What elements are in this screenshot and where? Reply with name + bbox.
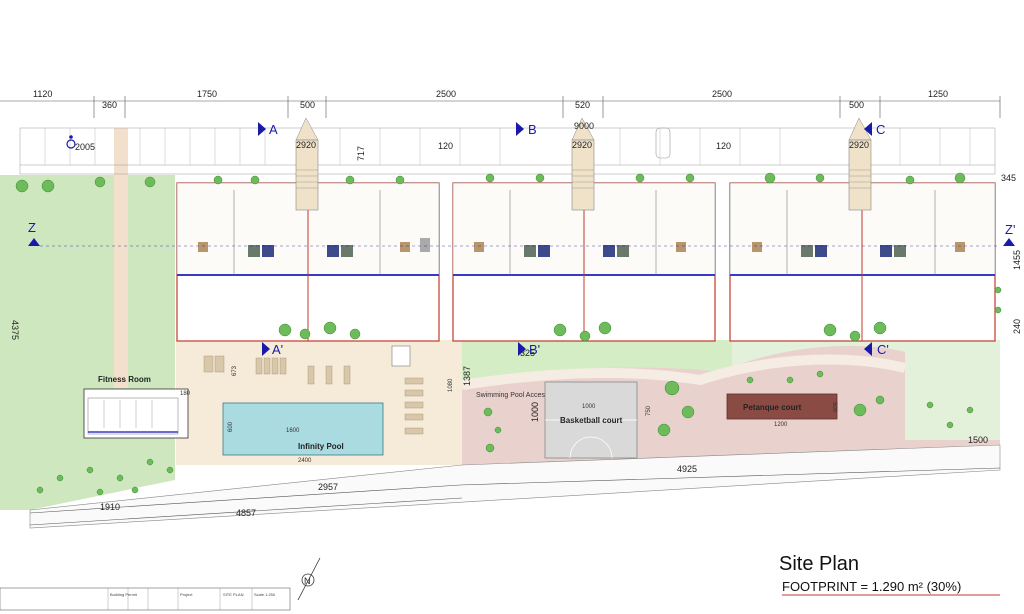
dim-top-7: 2500 [712, 89, 732, 99]
stair-core-1 [295, 117, 319, 211]
dim-1387: 1387 [462, 366, 472, 386]
dim-180: 180 [180, 391, 191, 397]
parked-car [655, 127, 671, 159]
section-marker-b: B [516, 122, 537, 137]
dim-1000-side: 1000 [530, 402, 540, 422]
wheelchair-icon [66, 135, 76, 149]
svg-text:B: B [528, 122, 537, 137]
pool-pavilion [391, 345, 411, 367]
dim-4375: 4375 [10, 320, 20, 340]
section-marker-z-prime: Z' [1003, 222, 1015, 246]
dim-1455: 1455 [1012, 250, 1022, 270]
dim-top-3: 1750 [197, 89, 217, 99]
stair-core-2 [571, 117, 595, 211]
dim-1080: 1080 [448, 378, 454, 392]
svg-text:C': C' [877, 342, 889, 357]
dim-4857: 4857 [236, 508, 256, 518]
title-block-field-2: SITE PLAN [223, 592, 244, 597]
dim-120-2: 120 [716, 141, 731, 151]
title-block-field-4: Scale 1:250 [254, 592, 276, 597]
title-block-field-3: Project [180, 592, 193, 597]
dim-4925: 4925 [677, 464, 697, 474]
svg-text:A': A' [272, 342, 283, 357]
svg-text:C: C [876, 122, 885, 137]
site-plan-drawing: 1120 360 1750 500 2500 520 2500 500 1250… [0, 89, 1022, 611]
svg-text:B': B' [529, 342, 540, 357]
dim-240: 240 [1012, 319, 1022, 334]
dim-120-1: 120 [438, 141, 453, 151]
plan-title: Site Plan [779, 553, 859, 575]
top-dimension-chain: 1120 360 1750 500 2500 520 2500 500 1250 [0, 89, 1001, 118]
dim-2005: 2005 [75, 142, 95, 152]
dim-top-8: 500 [849, 100, 864, 110]
svg-text:Z: Z [28, 220, 36, 235]
north-arrow-icon: N [297, 557, 321, 601]
dim-600: 600 [228, 421, 234, 432]
dim-1500: 1500 [968, 435, 988, 445]
footprint-label: FOOTPRINT = 1.290 m² (30%) [782, 579, 961, 594]
dim-top-9: 1250 [928, 89, 948, 99]
fitness-room [83, 388, 189, 439]
dim-2920-3: 2920 [849, 140, 869, 150]
dim-1910: 1910 [100, 502, 120, 512]
dim-345: 345 [1001, 173, 1016, 183]
dim-750: 750 [646, 405, 652, 416]
svg-text:N: N [304, 576, 311, 586]
dim-1000-court: 1000 [582, 404, 596, 410]
dim-top-1: 1120 [33, 89, 52, 99]
section-marker-a: A [258, 122, 278, 137]
dim-top-2: 360 [102, 100, 117, 110]
dim-2957: 2957 [318, 482, 338, 492]
dim-500: 500 [831, 402, 837, 413]
swimming-pool-access-label: Swimming Pool Acces [476, 392, 545, 399]
entry-path [114, 128, 128, 388]
title-block: Building Permit SITE PLAN Project Scale … [0, 587, 291, 611]
dim-top-6: 520 [575, 100, 590, 110]
dim-2920-2: 2920 [572, 140, 592, 150]
dim-717: 717 [356, 146, 366, 161]
dim-top-5: 2500 [436, 89, 456, 99]
title-block-field-1: Building Permit [110, 592, 138, 597]
svg-text:Z': Z' [1005, 222, 1015, 237]
fitness-room-label: Fitness Room [98, 375, 151, 384]
dim-9000: 9000 [574, 121, 594, 131]
svg-text:A: A [269, 122, 278, 137]
dim-1600: 1600 [286, 428, 300, 434]
parking-stalls [44, 128, 971, 165]
basketball-court-label: Basketball court [560, 416, 623, 425]
dim-1200: 1200 [774, 422, 788, 428]
infinity-pool-label: Infinity Pool [298, 442, 344, 451]
dim-673: 673 [232, 365, 238, 376]
dim-top-4: 500 [300, 100, 315, 110]
petanque-court-label: Petanque court [743, 403, 802, 412]
dim-2400: 2400 [298, 458, 312, 464]
dim-2920-1: 2920 [296, 140, 316, 150]
